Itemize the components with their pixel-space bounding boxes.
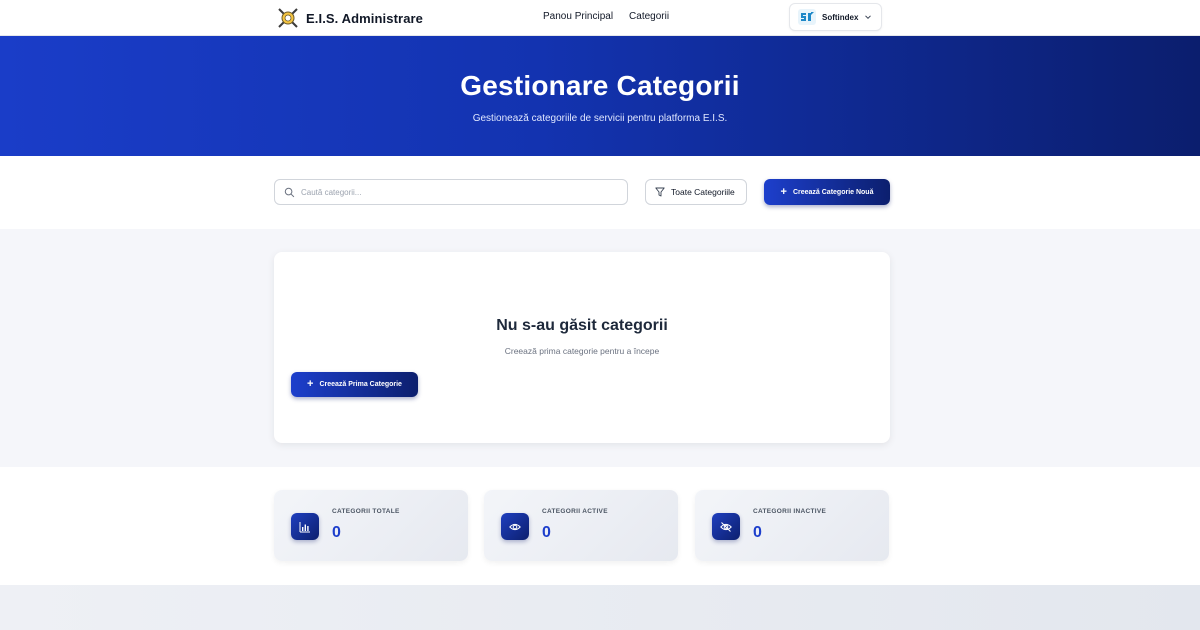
stat-value: 0: [542, 524, 551, 541]
bar-chart-icon: [299, 521, 310, 532]
nav-link-categories[interactable]: Categorii: [629, 11, 669, 22]
stat-card-total: CATEGORII TOTALE 0: [274, 490, 468, 561]
brand[interactable]: E.I.S. Administrare: [276, 5, 423, 31]
search-box[interactable]: [274, 179, 628, 205]
company-switcher[interactable]: Softindex: [789, 3, 882, 31]
stat-icon-badge: [291, 513, 319, 540]
create-first-category-label: Creează Prima Categorie: [319, 381, 402, 388]
stat-label: CATEGORII ACTIVE: [542, 508, 608, 515]
stat-card-active: CATEGORII ACTIVE 0: [484, 490, 678, 561]
stat-label: CATEGORII INACTIVE: [753, 508, 827, 515]
brand-name: E.I.S. Administrare: [306, 10, 424, 26]
empty-state-card: Nu s-au găsit categorii Creează prima ca…: [274, 252, 890, 443]
search-icon: [284, 187, 295, 197]
toolbar: Toate Categoriile + Creează Categorie No…: [0, 156, 1200, 229]
stat-card-inactive: CATEGORII INACTIVE 0: [695, 490, 889, 561]
stat-value: 0: [753, 524, 762, 541]
softindex-logo-icon: [798, 9, 816, 25]
stat-label: CATEGORII TOTALE: [332, 508, 400, 515]
chevron-down-icon: [865, 15, 872, 20]
nav-link-dashboard[interactable]: Panou Principal: [543, 11, 613, 22]
empty-state-title: Nu s-au găsit categorii: [496, 317, 668, 334]
page-subtitle: Gestionează categoriile de servicii pent…: [472, 113, 728, 124]
create-category-button[interactable]: + Creează Categorie Nouă: [764, 179, 890, 205]
eye-icon: [509, 523, 521, 530]
stat-icon-badge: [712, 513, 740, 540]
plus-icon: +: [780, 185, 787, 198]
search-input[interactable]: [301, 187, 611, 197]
empty-state-subtitle: Creează prima categorie pentru a începe: [504, 346, 660, 356]
plus-icon: +: [307, 378, 314, 390]
filter-selected-label: Toate Categoriile: [671, 187, 735, 197]
category-filter-select[interactable]: Toate Categoriile: [645, 179, 747, 205]
create-category-label: Creează Categorie Nouă: [792, 188, 874, 196]
footer-band: [0, 585, 1200, 630]
stat-value: 0: [332, 524, 341, 541]
eye-off-icon: [720, 521, 732, 532]
company-name: Softindex: [822, 12, 859, 22]
top-navbar: E.I.S. Administrare Panou Principal Cate…: [0, 0, 1200, 36]
hero-banner: Gestionare Categorii Gestionează categor…: [0, 36, 1200, 156]
crossed-tools-logo-icon: [278, 8, 298, 28]
main-nav: Panou Principal Categorii: [543, 11, 685, 22]
filter-icon: [655, 187, 665, 197]
page-title: Gestionare Categorii: [460, 70, 740, 101]
stat-icon-badge: [501, 513, 529, 540]
create-first-category-button[interactable]: + Creează Prima Categorie: [291, 372, 418, 397]
